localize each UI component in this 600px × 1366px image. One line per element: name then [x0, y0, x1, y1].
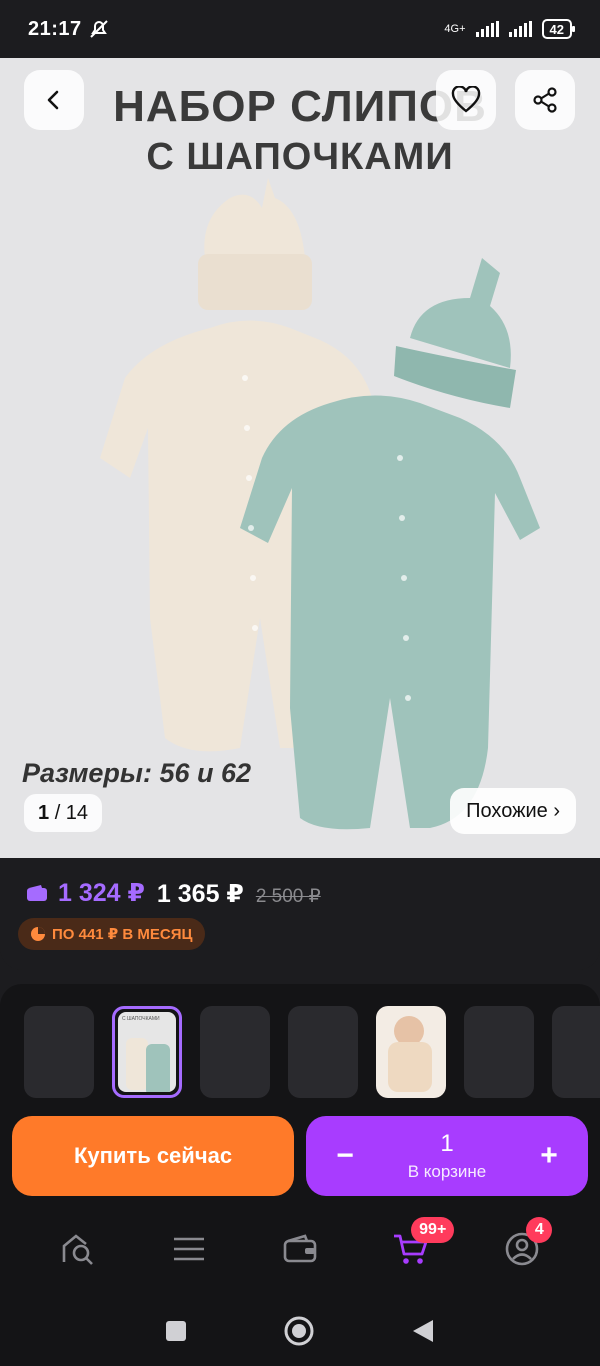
signal-2-icon	[508, 21, 532, 37]
tab-profile[interactable]: 4	[492, 1217, 553, 1279]
image-counter: 1 / 14	[24, 794, 103, 832]
decrease-quantity-button[interactable]: −	[330, 1139, 360, 1173]
in-cart-label: В корзине	[407, 1162, 487, 1181]
battery-icon: 42	[541, 19, 576, 39]
wallet-price: 1 324 ₽	[26, 878, 145, 908]
back-arrow-icon	[47, 90, 59, 110]
cart-badge: 99+	[411, 1217, 455, 1243]
cart-quantity: 1	[440, 1130, 454, 1157]
tab-menu[interactable]	[159, 1219, 219, 1279]
buy-now-button[interactable]: Купить сейчас	[12, 1116, 294, 1196]
thumbnail[interactable]	[552, 1006, 600, 1098]
system-navigation-bar	[0, 1296, 600, 1366]
regular-price: 1 365 ₽	[156, 880, 244, 908]
bottom-tab-bar: 99+ 4	[0, 1210, 600, 1288]
installment-badge[interactable]: ПО 441 ₽ В МЕСЯЦ	[18, 918, 205, 950]
back-button[interactable]	[24, 70, 84, 130]
signal-icon	[475, 21, 499, 37]
tab-wallet[interactable]	[270, 1219, 330, 1279]
thumbnail-label: С ШАПОЧКАМИ	[122, 1016, 160, 1022]
thumbnail-selected[interactable]: С ШАПОЧКАМИ	[112, 1006, 182, 1098]
hero-title: НАБОР СЛИПОВ	[113, 82, 487, 131]
thumbnail[interactable]	[464, 1006, 534, 1098]
menu-icon	[173, 1237, 204, 1261]
installment-icon	[31, 927, 45, 941]
old-price: 2 500 ₽	[255, 886, 321, 907]
increase-quantity-button[interactable]: +	[534, 1139, 564, 1173]
tab-cart[interactable]: 99+	[381, 1217, 455, 1279]
favorite-button[interactable]	[436, 70, 496, 130]
home-icon[interactable]	[283, 1315, 315, 1347]
product-image-gallery[interactable]: НАБОР СЛИПОВ С ШАПОЧКАМИ Размеры: 56 и 6…	[0, 58, 600, 858]
similar-button[interactable]: Похожие ›	[450, 788, 576, 834]
status-time: 21:17	[28, 17, 82, 40]
profile-badge: 4	[526, 1217, 553, 1243]
search-home-icon	[62, 1234, 93, 1265]
muted-bell-icon	[89, 20, 108, 38]
hero-subtitle: С ШАПОЧКАМИ	[146, 136, 454, 178]
status-bar: 21:17 4G+ 42	[0, 0, 600, 58]
bottom-sheet: С ШАПОЧКАМИ Купить сейчас − 1 В корзине …	[0, 984, 600, 1366]
cart-quantity-control: − 1 В корзине +	[306, 1116, 588, 1196]
network-type: 4G+	[444, 23, 466, 35]
thumbnail[interactable]	[288, 1006, 358, 1098]
back-nav-icon[interactable]	[411, 1318, 435, 1344]
tab-catalog[interactable]	[48, 1219, 108, 1279]
thumbnail[interactable]	[24, 1006, 94, 1098]
wallet-icon	[27, 885, 47, 901]
wallet-tab-icon	[283, 1234, 317, 1263]
recents-icon[interactable]	[165, 1320, 187, 1342]
price-panel: 1 324 ₽ 1 365 ₽ 2 500 ₽ ПО 441 ₽ В МЕСЯЦ	[0, 858, 600, 970]
heart-icon	[451, 86, 481, 113]
thumbnail[interactable]	[376, 1006, 446, 1098]
share-icon	[533, 87, 557, 113]
thumbnail[interactable]	[200, 1006, 270, 1098]
share-button[interactable]	[515, 70, 575, 130]
sizes-caption: Размеры: 56 и 62	[22, 758, 252, 788]
thumbnail-strip: С ШАПОЧКАМИ	[24, 1006, 600, 1098]
